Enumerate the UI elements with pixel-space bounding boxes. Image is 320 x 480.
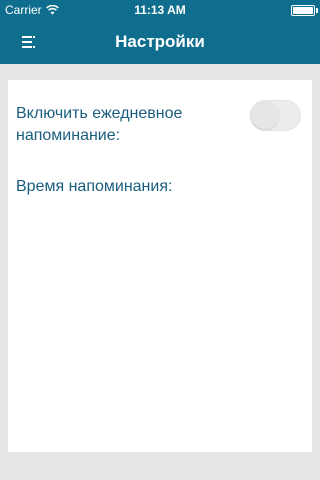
status-time: 11:13 AM [134,3,186,17]
toggle-knob [251,101,279,129]
navigation-bar: Настройки [0,20,320,64]
battery-tip [316,8,318,13]
status-bar: Carrier 11:13 AM [0,0,320,20]
battery-icon [291,5,315,16]
daily-reminder-toggle[interactable] [250,100,301,131]
daily-reminder-label: Включить ежедневное напоминание: [16,105,183,144]
reminder-time-label: Время напоминания: [16,178,173,195]
app-header: Carrier 11:13 AM Настройки [0,0,320,64]
page-title: Настройки [115,32,205,51]
settings-card: Включить ежедневное напоминание: Время н… [8,80,312,452]
battery-fill [293,7,313,14]
menu-icon [22,36,35,48]
menu-button[interactable] [10,24,46,60]
